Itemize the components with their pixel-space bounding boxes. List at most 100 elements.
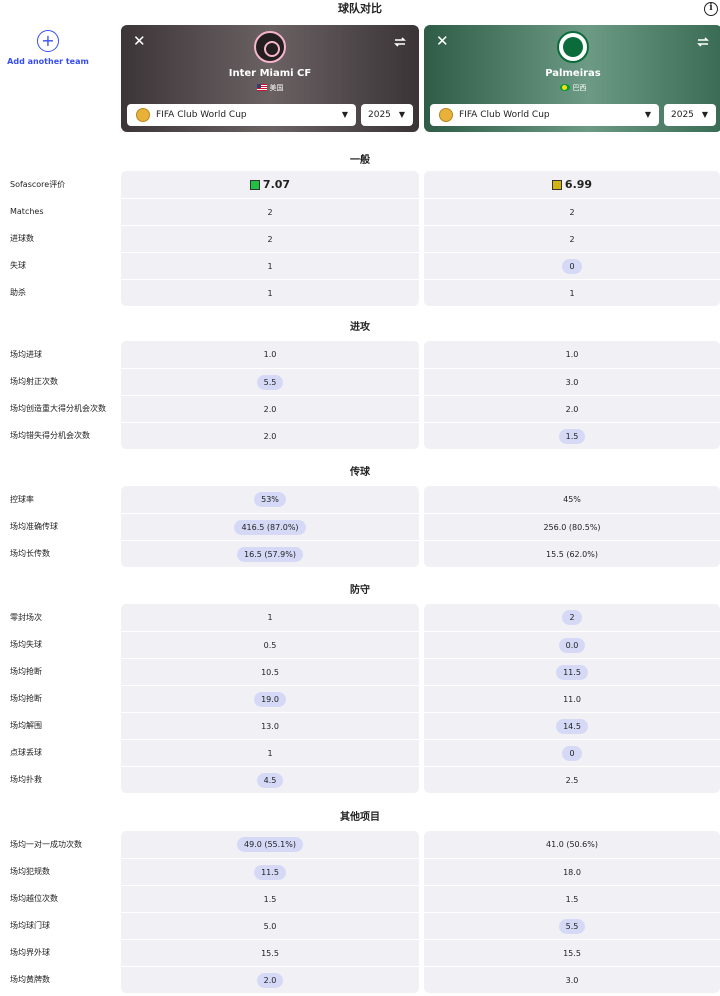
stat-value-team2: 1.0 xyxy=(424,341,720,368)
stat-value-team1: 2.0 xyxy=(121,395,419,422)
stat-label: 场均扑救 xyxy=(10,775,42,784)
stat-value-team2: 18.0 xyxy=(424,858,720,885)
stat-value-team2: 45% xyxy=(424,486,720,513)
stat-row: 场均创造重大得分机会次数 2.0 2.0 xyxy=(0,395,720,422)
stat-value-team2: 2.5 xyxy=(424,766,720,793)
rating-badge-icon xyxy=(249,179,260,190)
stat-row: 场均黄牌数 2.0 3.0 xyxy=(0,966,720,993)
team-logo xyxy=(557,31,589,63)
stat-label: Sofascore评价 xyxy=(10,180,66,189)
stat-value-team2: 2 xyxy=(424,198,720,225)
stat-label: 进球数 xyxy=(10,234,34,243)
stat-row: 场均扑救 4.5 2.5 xyxy=(0,766,720,793)
stat-label: 场均黄牌数 xyxy=(10,975,50,984)
stat-label: 场均创造重大得分机会次数 xyxy=(10,404,106,413)
season-select[interactable]: 2025 ▼ xyxy=(664,104,716,126)
stat-value-team2: 15.5 xyxy=(424,939,720,966)
stat-value-team1: 2.0 xyxy=(121,422,419,449)
stat-row: 场均错失得分机会次数 2.0 1.5 xyxy=(0,422,720,449)
stat-label: 场均犯规数 xyxy=(10,867,50,876)
stat-value-team1: 4.5 xyxy=(121,766,419,793)
stat-row: 助杀 1 1 xyxy=(0,279,720,306)
stat-value-team2: 1 xyxy=(424,279,720,306)
stat-label: 零封场次 xyxy=(10,613,42,622)
stat-value-team2: 14.5 xyxy=(424,712,720,739)
team-logo xyxy=(254,31,286,63)
page-title: 球队对比 xyxy=(338,2,382,15)
stat-value-team1: 13.0 xyxy=(121,712,419,739)
swap-icon[interactable] xyxy=(696,35,710,49)
stat-row: 场均射正次数 5.5 3.0 xyxy=(0,368,720,395)
section-title: 进攻 xyxy=(350,322,370,333)
stat-row: 失球 1 0 xyxy=(0,252,720,279)
swap-icon[interactable] xyxy=(393,35,407,49)
team-name: Palmeiras xyxy=(545,68,601,79)
stat-value-team2: 0.0 xyxy=(424,631,720,658)
stat-value-team1: 11.5 xyxy=(121,858,419,885)
season-select[interactable]: 2025 ▼ xyxy=(361,104,413,126)
stat-row: 场均球门球 5.0 5.5 xyxy=(0,912,720,939)
stat-value-team1: 16.5 (57.9%) xyxy=(121,540,419,567)
stat-row: 场均进球 1.0 1.0 xyxy=(0,341,720,368)
stat-row: 场均抢断 19.0 11.0 xyxy=(0,685,720,712)
stat-value-team1: 1 xyxy=(121,604,419,631)
stat-value-team2: 256.0 (80.5%) xyxy=(424,513,720,540)
stat-value-team1: 5.5 xyxy=(121,368,419,395)
stat-label: 场均失球 xyxy=(10,640,42,649)
stat-label: 场均错失得分机会次数 xyxy=(10,431,90,440)
team-card-2: ✕ Palmeiras 巴西 FIFA Club World Cup ▼ 202… xyxy=(424,25,720,132)
stat-label: 场均射正次数 xyxy=(10,377,58,386)
stat-value-team1: 1 xyxy=(121,279,419,306)
stat-value-team2: 2 xyxy=(424,604,720,631)
stat-row: 场均解围 13.0 14.5 xyxy=(0,712,720,739)
stat-value-team2: 6.99 xyxy=(424,171,720,198)
stat-value-team2: 3.0 xyxy=(424,368,720,395)
stat-value-team1: 1.0 xyxy=(121,341,419,368)
section-title: 其他项目 xyxy=(340,812,380,823)
close-icon[interactable]: ✕ xyxy=(133,34,146,49)
stat-value-team1: 49.0 (55.1%) xyxy=(121,831,419,858)
stat-value-team1: 1.5 xyxy=(121,885,419,912)
stat-value-team2: 41.0 (50.6%) xyxy=(424,831,720,858)
add-team-label[interactable]: Add another team xyxy=(0,57,96,66)
stat-value-team1: 7.07 xyxy=(121,171,419,198)
stat-label: 助杀 xyxy=(10,288,26,297)
stat-row: 控球率 53% 45% xyxy=(0,486,720,513)
info-icon[interactable]: i xyxy=(704,2,718,16)
stat-value-team1: 19.0 xyxy=(121,685,419,712)
add-team-button[interactable]: + Add another team xyxy=(0,30,96,66)
stat-label: 场均解围 xyxy=(10,721,42,730)
stat-value-team1: 53% xyxy=(121,486,419,513)
stat-value-team1: 0.5 xyxy=(121,631,419,658)
stat-row: 场均越位次数 1.5 1.5 xyxy=(0,885,720,912)
stat-value-team1: 2 xyxy=(121,225,419,252)
stat-value-team1: 416.5 (87.0%) xyxy=(121,513,419,540)
rating-badge-icon xyxy=(551,179,562,190)
stat-value-team2: 11.0 xyxy=(424,685,720,712)
stat-label: 场均球门球 xyxy=(10,921,50,930)
stat-label: 场均一对一成功次数 xyxy=(10,840,82,849)
team-name: Inter Miami CF xyxy=(228,68,312,79)
stat-value-team2: 0 xyxy=(424,252,720,279)
close-icon[interactable]: ✕ xyxy=(436,34,449,49)
stat-label: 场均长传数 xyxy=(10,549,50,558)
stat-row: 场均犯规数 11.5 18.0 xyxy=(0,858,720,885)
team-country: 美国 xyxy=(121,83,419,93)
caret-down-icon: ▼ xyxy=(701,110,708,119)
stat-value-team2: 0 xyxy=(424,739,720,766)
competition-select[interactable]: FIFA Club World Cup ▼ xyxy=(127,104,356,126)
section-title: 一般 xyxy=(350,155,370,166)
stat-label: 场均越位次数 xyxy=(10,894,58,903)
stat-row: 场均失球 0.5 0.0 xyxy=(0,631,720,658)
us-flag-icon xyxy=(256,84,267,91)
stat-label: Matches xyxy=(10,207,44,216)
competition-select[interactable]: FIFA Club World Cup ▼ xyxy=(430,104,659,126)
stat-value-team2: 5.5 xyxy=(424,912,720,939)
stat-value-team1: 10.5 xyxy=(121,658,419,685)
stat-value-team2: 2.0 xyxy=(424,395,720,422)
stat-label: 场均进球 xyxy=(10,350,42,359)
stat-value-team1: 2.0 xyxy=(121,966,419,993)
plus-icon[interactable]: + xyxy=(37,30,59,52)
caret-down-icon: ▼ xyxy=(644,110,651,119)
stat-label: 场均准确传球 xyxy=(10,522,58,531)
